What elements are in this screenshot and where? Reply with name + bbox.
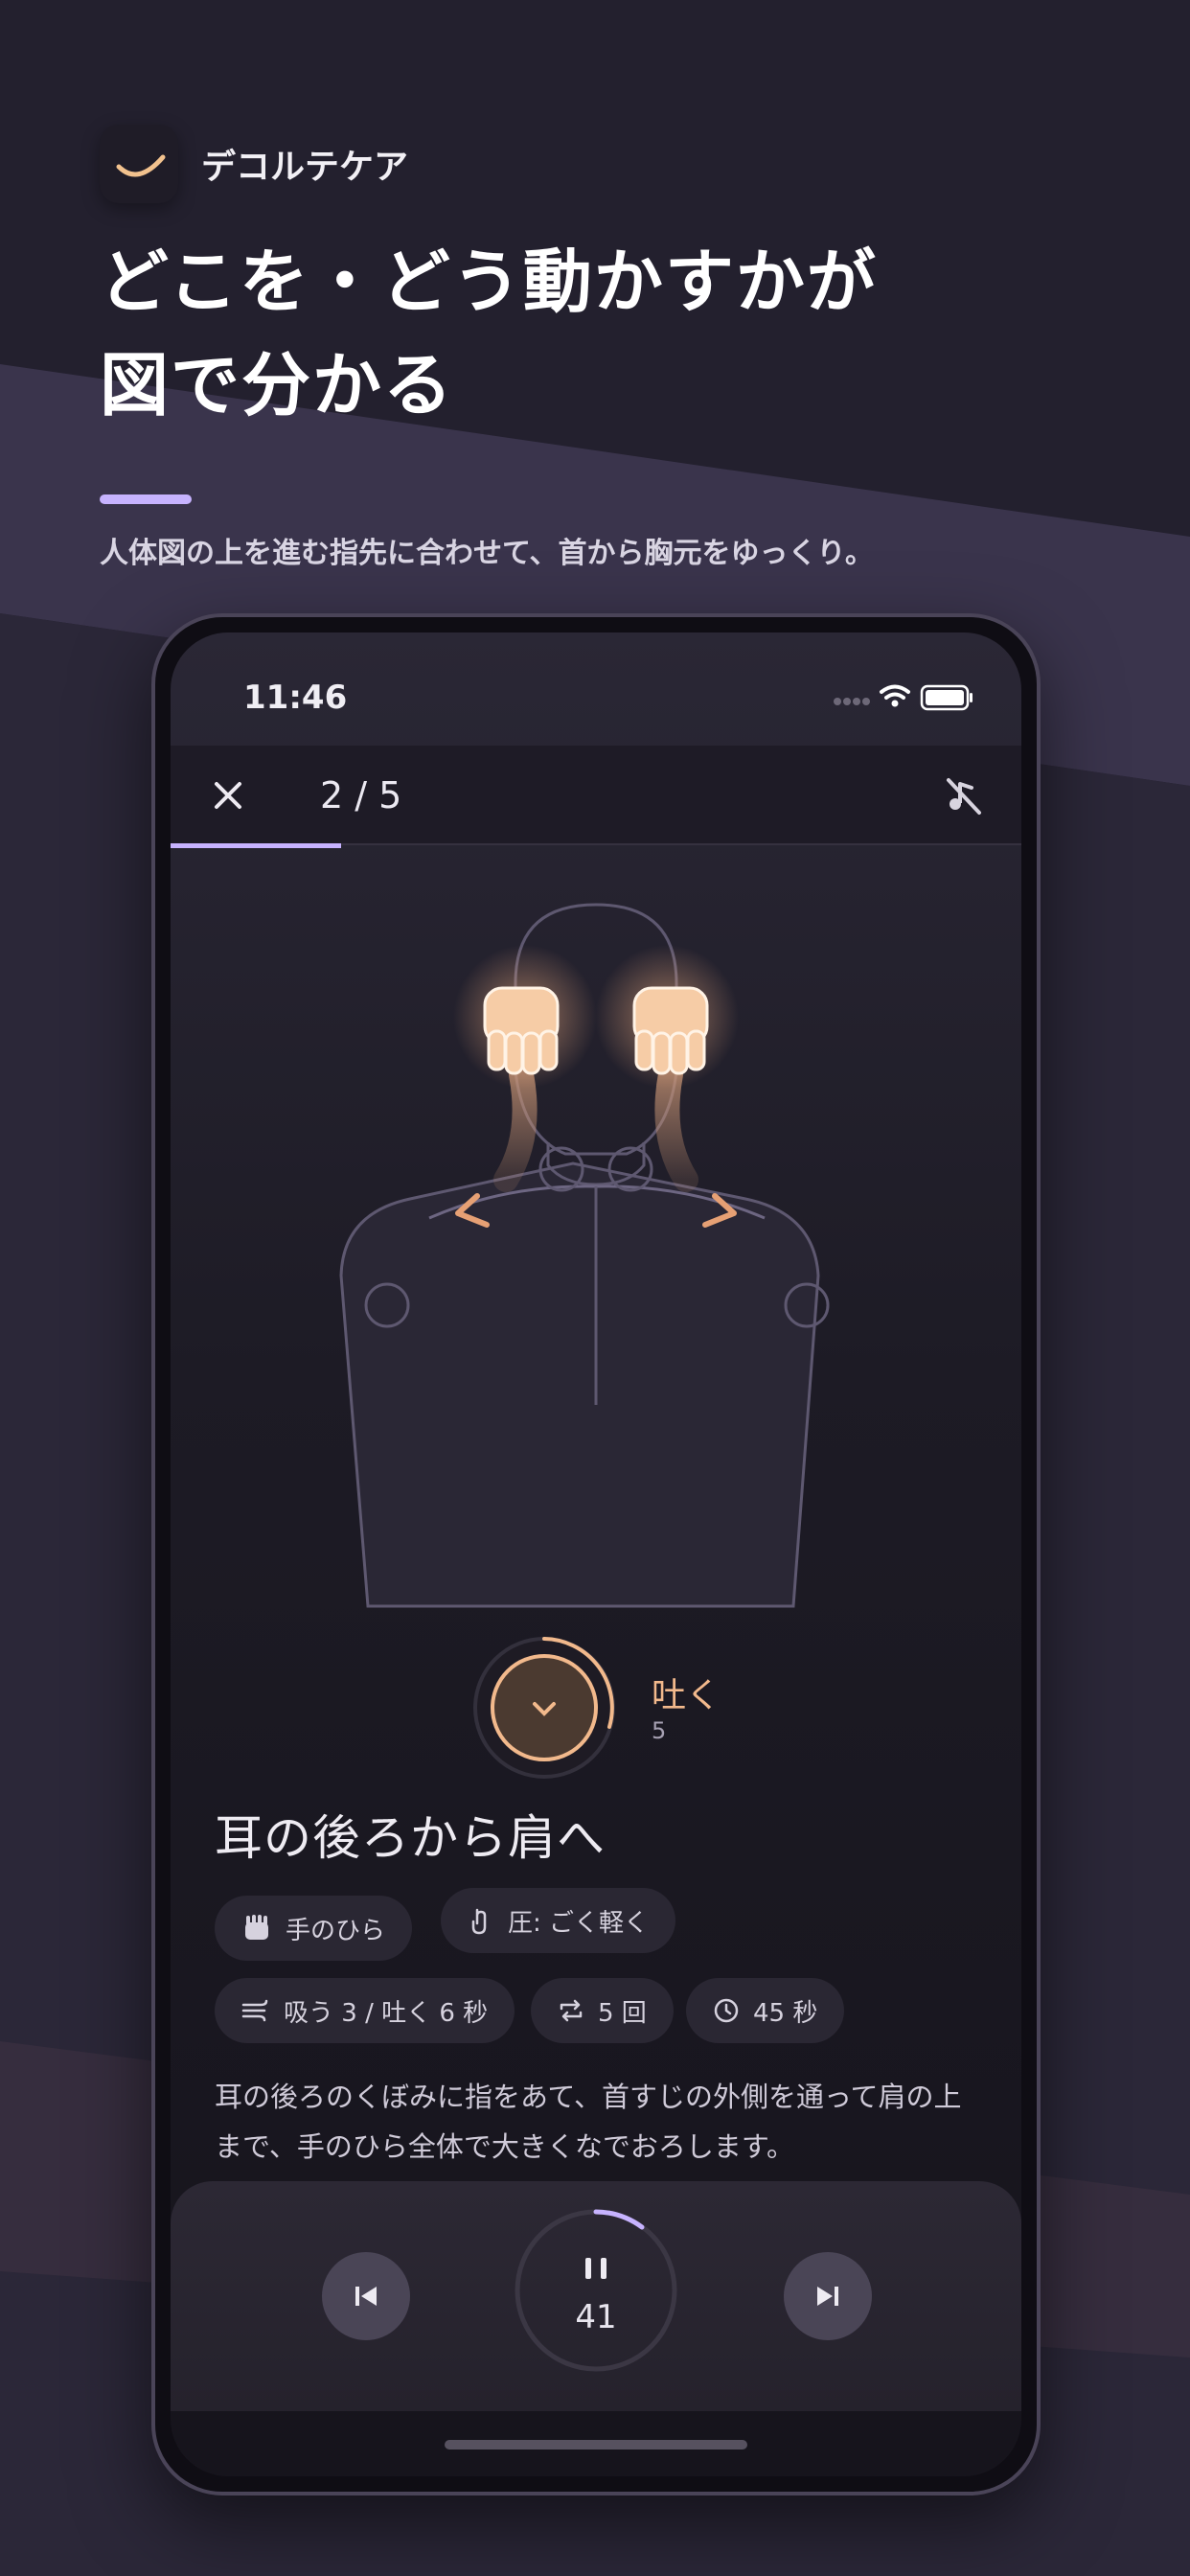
next-step-button[interactable]	[784, 2252, 872, 2340]
chip-technique: 手のひら	[215, 1896, 413, 1961]
breath-icon	[241, 1999, 268, 2022]
chip-breathing: 吸う 3 / 吐く 6 秒	[215, 1978, 515, 2043]
chip-label: 手のひら	[286, 1916, 386, 1945]
chip-label: 5 回	[598, 1998, 647, 2028]
breath-count: 5	[652, 1717, 667, 1744]
step-title: 耳の後ろから肩へ	[215, 1810, 606, 1866]
home-indicator[interactable]	[445, 2440, 747, 2450]
repeat-icon	[560, 1999, 583, 2022]
headline-line-1: どこを・どう動かすかが	[100, 242, 878, 322]
status-icons	[832, 678, 975, 721]
chip-pressure: 圧: ごく軽く	[441, 1888, 676, 1953]
chip-label: 45 秒	[753, 1998, 818, 2028]
close-icon	[215, 782, 241, 809]
accent-bar	[100, 494, 192, 504]
breath-phase-label: 吐く	[652, 1676, 721, 1715]
mute-music-button[interactable]	[941, 772, 987, 818]
left-hand	[453, 945, 597, 1089]
pause-icon	[585, 2258, 606, 2279]
chip-label: 圧: ごく軽く	[508, 1908, 650, 1938]
nav-bar: 2 / 5	[171, 746, 1021, 845]
phone-frame: 11:46 2 / 5 吐く 5 耳の後ろから肩へ 手のひら 圧: ごく軽く 吸…	[151, 613, 1041, 2496]
breath-indicator	[468, 1631, 621, 1788]
right-hand	[595, 945, 739, 1089]
chip-duration: 45 秒	[686, 1978, 845, 2043]
status-time: 11:46	[243, 678, 348, 717]
skip-next-icon	[817, 2287, 838, 2306]
app-logo	[100, 125, 178, 203]
palm-icon	[245, 1915, 268, 1940]
phone-screen: 11:46 2 / 5 吐く 5 耳の後ろから肩へ 手のひら 圧: ごく軽く 吸…	[171, 632, 1021, 2476]
step-counter: 2 / 5	[320, 774, 402, 816]
promo-subhead: 人体図の上を進む指先に合わせて、首から胸元をゆっくり。	[100, 537, 874, 570]
torso-outline	[339, 1162, 820, 1608]
music-off-icon	[947, 778, 981, 815]
close-button[interactable]	[207, 774, 249, 816]
headline-line-2: 図で分かる	[100, 345, 455, 426]
player-controls: 41	[171, 2181, 1021, 2411]
touch-pressure-icon	[471, 1908, 487, 1935]
step-timer: 41	[575, 2298, 617, 2336]
chip-label: 吸う 3 / 吐く 6 秒	[284, 1998, 489, 2028]
clock-icon	[714, 1998, 739, 2023]
app-name: デコルテケア	[201, 148, 409, 187]
pause-button[interactable]	[512, 2206, 680, 2379]
body-illustration	[171, 849, 1021, 1639]
progress-bar-fill	[171, 843, 341, 848]
battery-icon	[920, 684, 973, 711]
wifi-icon	[880, 684, 910, 700]
promo-headline: どこを・どう動かすかが 図で分かる	[100, 230, 878, 437]
signal-icon	[834, 698, 870, 705]
step-description: 耳の後ろのくぼみに指をあて、首すじの外側を通って肩の上まで、手のひら全体で大きく…	[215, 2081, 962, 2163]
chip-repetitions: 5 回	[531, 1978, 674, 2043]
